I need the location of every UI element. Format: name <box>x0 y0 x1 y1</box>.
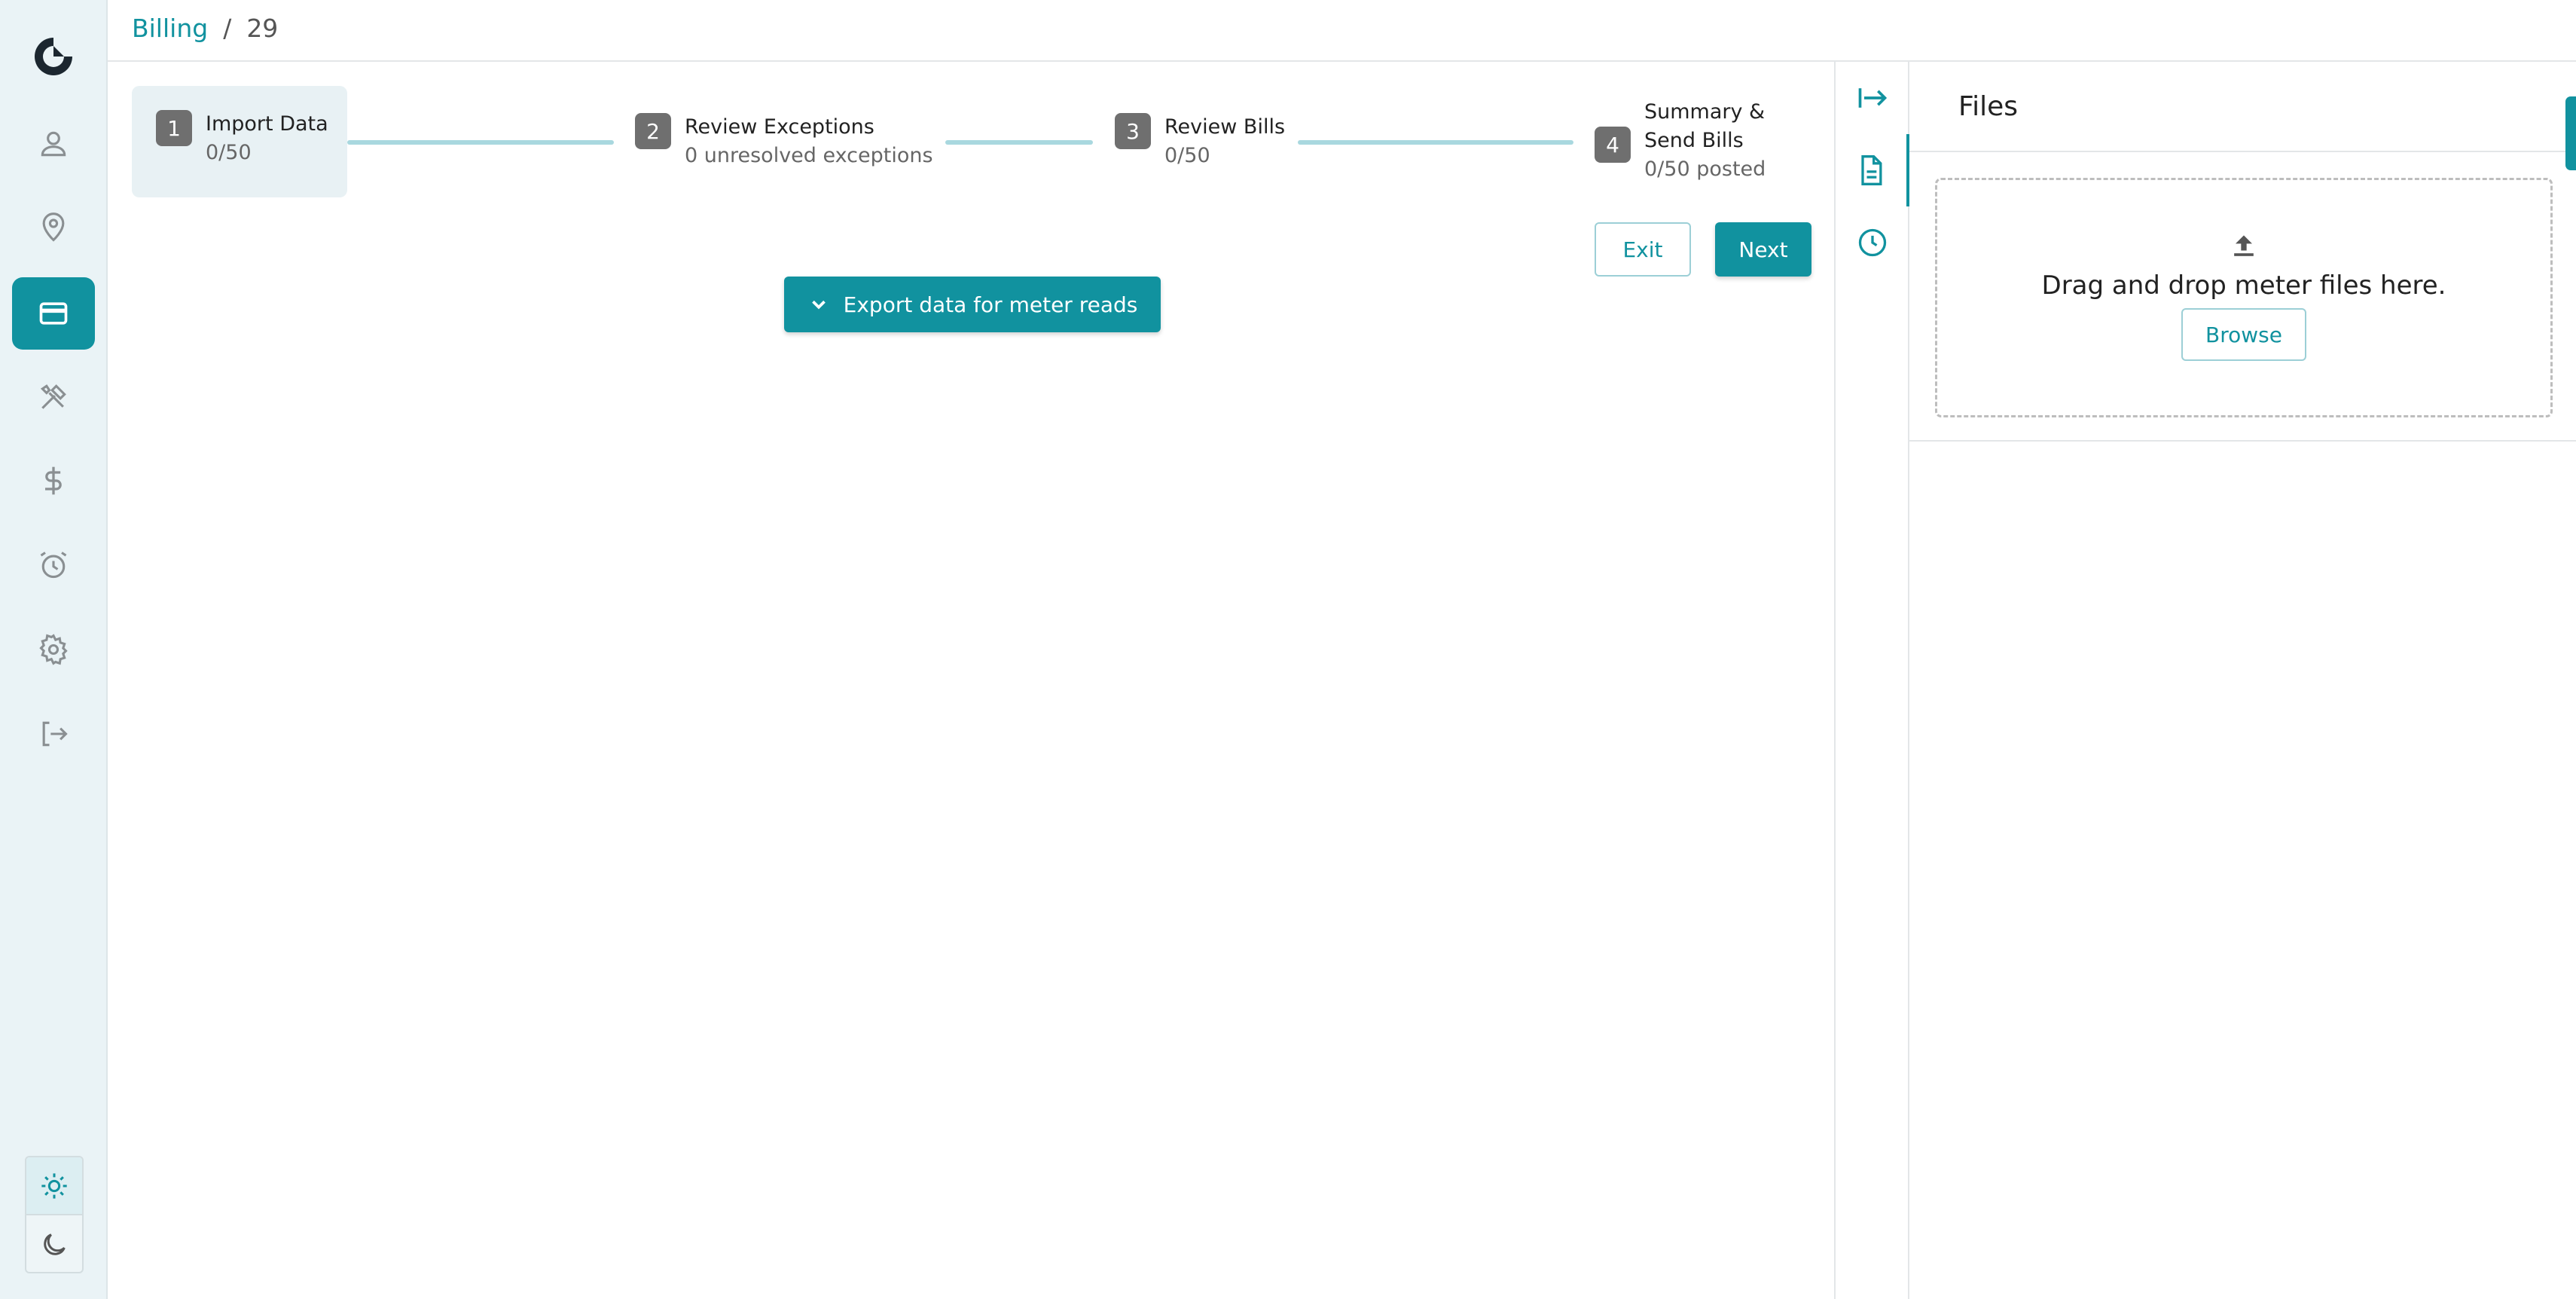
export-meter-reads-button[interactable]: Export data for meter reads <box>784 277 1161 332</box>
sidebar-item-schedule[interactable] <box>12 529 95 601</box>
collapse-panel-button[interactable] <box>1836 62 1909 134</box>
side-panel-rail <box>1834 62 1909 1299</box>
theme-switcher <box>25 1156 84 1273</box>
panel-scroll-handle[interactable] <box>2565 96 2576 170</box>
step-review-exceptions[interactable]: 2 Review Exceptions 0 unresolved excepti… <box>635 113 933 170</box>
sidebar-item-billing[interactable] <box>12 277 95 350</box>
step-number: 1 <box>156 110 192 146</box>
sidebar-item-tools[interactable] <box>12 361 95 433</box>
alarm-clock-icon <box>40 552 67 579</box>
upload-icon <box>2234 235 2254 256</box>
step-number: 4 <box>1595 127 1631 163</box>
step-review-bills[interactable]: 3 Review Bills 0/50 <box>1115 113 1285 170</box>
sidebar-item-users[interactable] <box>12 108 95 180</box>
step-subtitle: 0/50 <box>1164 144 1210 167</box>
files-tab-button[interactable] <box>1836 134 1909 206</box>
divider <box>1909 440 2576 442</box>
user-icon <box>41 131 66 157</box>
location-icon <box>42 212 65 242</box>
credit-card-icon <box>39 302 68 325</box>
breadcrumb-billing-link[interactable]: Billing <box>132 14 208 43</box>
app-logo[interactable] <box>30 33 77 80</box>
dark-theme-button[interactable] <box>26 1215 82 1272</box>
breadcrumb: Billing / 29 <box>132 14 278 43</box>
sidebar-item-settings[interactable] <box>12 613 95 686</box>
sidebar-item-locations[interactable] <box>12 191 95 264</box>
step-subtitle: 0/50 posted <box>1644 157 1766 181</box>
sidebar-item-payments[interactable] <box>12 445 95 517</box>
sun-icon <box>41 1172 67 1199</box>
step-import-data[interactable]: 1 Import Data 0/50 <box>132 86 347 197</box>
sidebar-item-logout[interactable] <box>12 698 95 770</box>
breadcrumb-separator: / <box>223 14 232 43</box>
step-subtitle: 0/50 <box>206 141 252 164</box>
clock-icon <box>1858 228 1887 257</box>
step-summary-send-bills[interactable]: 4 Summary & Send Bills 0/50 posted <box>1595 98 1766 184</box>
gear-icon <box>39 634 68 665</box>
files-panel-title: Files <box>1958 90 2018 122</box>
light-theme-button[interactable] <box>26 1157 82 1215</box>
next-button[interactable]: Next <box>1715 222 1811 277</box>
step-number: 3 <box>1115 113 1151 149</box>
step-connector <box>1298 140 1573 145</box>
chevron-down-icon <box>811 300 826 310</box>
sidebar <box>0 0 108 1299</box>
step-title: Import Data <box>206 112 328 136</box>
step-title: Summary & <box>1644 100 1766 124</box>
export-button-label: Export data for meter reads <box>843 292 1138 317</box>
exit-button[interactable]: Exit <box>1595 222 1691 277</box>
step-title: Review Bills <box>1164 115 1286 139</box>
history-tab-button[interactable] <box>1836 206 1909 279</box>
moon-icon <box>44 1233 66 1255</box>
tools-icon <box>40 384 66 409</box>
file-drop-zone[interactable]: Drag and drop meter files here. Browse <box>1935 178 2553 417</box>
step-connector <box>945 140 1093 145</box>
step-title: Review Exceptions <box>685 115 874 139</box>
step-connector <box>347 140 614 145</box>
file-icon <box>1861 155 1882 185</box>
logout-icon <box>42 721 68 747</box>
drop-zone-text: Drag and drop meter files here. <box>2041 270 2446 301</box>
dollar-icon <box>45 466 62 495</box>
top-bar: Billing / 29 <box>108 0 2576 62</box>
files-panel: Files Drag and drop meter files here. Br… <box>1909 62 2576 1299</box>
browse-button[interactable]: Browse <box>2181 308 2306 361</box>
collapse-arrow-icon <box>1858 88 1888 108</box>
main-content: 1 Import Data 0/50 2 Review Exceptions 0… <box>108 62 1834 1299</box>
step-number: 2 <box>635 113 671 149</box>
step-title: Send Bills <box>1644 129 1744 152</box>
step-subtitle: 0 unresolved exceptions <box>685 144 933 167</box>
breadcrumb-current: 29 <box>246 14 279 43</box>
